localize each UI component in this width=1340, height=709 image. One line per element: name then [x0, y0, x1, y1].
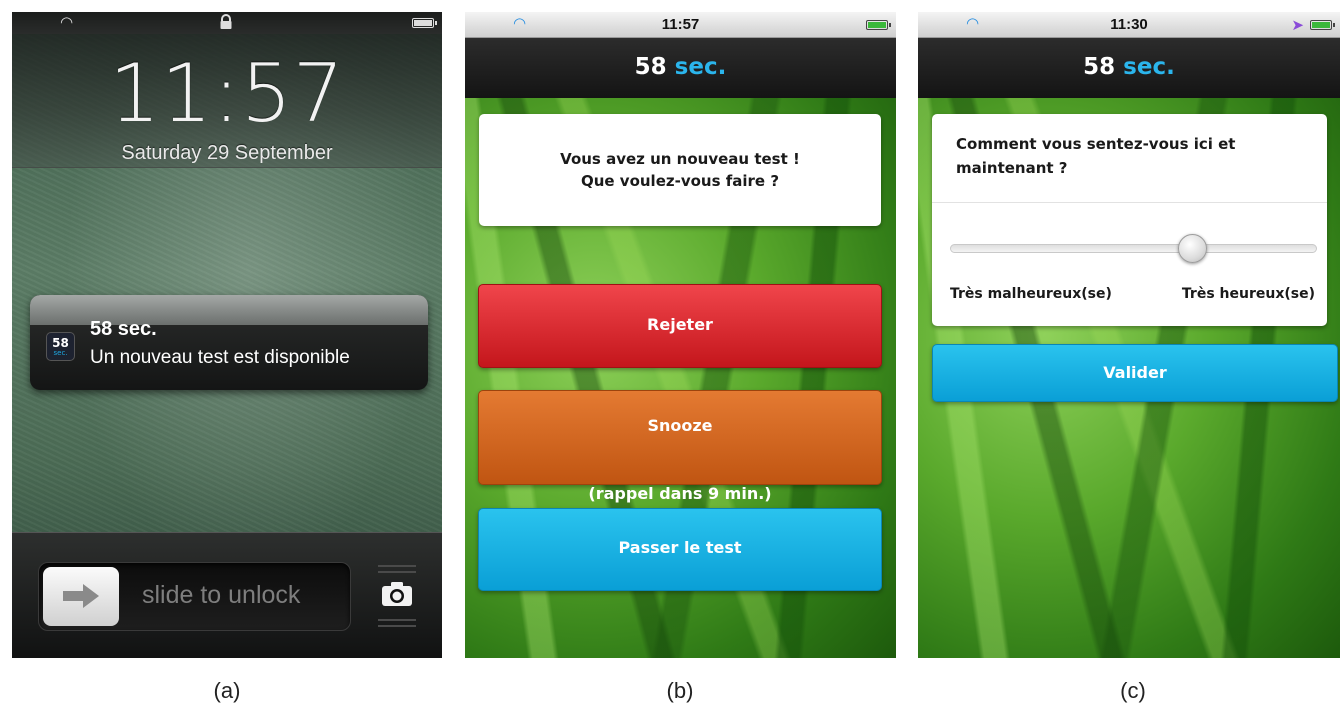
- notification-banner[interactable]: 58 sec. 58 sec. Un nouveau test est disp…: [30, 295, 428, 390]
- lock-screen-panel: ◠ 11:57 Saturday 29 September 58 sec. 58…: [12, 12, 442, 658]
- mood-question-card: Comment vous sentez-vous ici et maintena…: [932, 114, 1327, 326]
- take-test-button[interactable]: Passer le test: [478, 508, 882, 591]
- unlock-bar: slide to unlock: [12, 532, 442, 658]
- panel-caption-a: (a): [213, 678, 241, 703]
- new-test-panel: ◠ 11:57 58 sec. Vous avez un nouveau tes…: [465, 12, 896, 658]
- notification-message: Un nouveau test est disponible: [90, 347, 350, 368]
- lock-screen-date: Saturday 29 September: [121, 142, 333, 164]
- camera-icon: [382, 582, 412, 606]
- new-test-prompt-card: Vous avez un nouveau test ! Que voulez-v…: [479, 114, 881, 226]
- new-test-prompt: Vous avez un nouveau test ! Que voulez-v…: [560, 150, 800, 190]
- status-bar: ◠ 11:30 ➤: [918, 12, 1340, 38]
- app-title: 58 sec.: [1083, 54, 1175, 80]
- submit-button[interactable]: Valider: [932, 344, 1338, 402]
- panel-caption-b: (b): [666, 678, 694, 703]
- location-icon: ➤: [1291, 16, 1304, 34]
- clock-panel: 11:57 Saturday 29 September: [12, 34, 442, 168]
- notification-title: 58 sec.: [90, 318, 157, 340]
- mood-slider-track[interactable]: [950, 244, 1317, 253]
- panel-caption-c: (c): [1120, 678, 1146, 703]
- status-bar: ◠ 11:57: [465, 12, 896, 38]
- app-header: 58 sec.: [918, 38, 1340, 98]
- status-time: 11:57: [661, 16, 700, 33]
- lock-icon: [220, 14, 232, 29]
- reject-button[interactable]: Rejeter: [478, 284, 882, 368]
- slider-min-label: Très malheureux(se): [950, 286, 1112, 302]
- mood-slider-thumb[interactable]: [1177, 234, 1207, 263]
- status-time: 11:30: [1110, 16, 1148, 33]
- mood-question-panel: ◠ 11:30 ➤ 58 sec. Comment vous sentez-vo…: [918, 12, 1340, 658]
- slide-to-unlock-knob[interactable]: [43, 567, 119, 626]
- snooze-button[interactable]: Snooze (rappel dans 9 min.): [478, 390, 882, 503]
- status-bar: ◠: [12, 12, 442, 34]
- grass-background: [918, 12, 1340, 658]
- battery-icon: [866, 20, 891, 30]
- wifi-icon: ◠: [60, 13, 74, 31]
- camera-button[interactable]: [374, 563, 420, 629]
- slider-max-label: Très heureux(se): [1181, 286, 1315, 302]
- battery-icon: [1310, 20, 1335, 30]
- mood-question: Comment vous sentez-vous ici et maintena…: [956, 135, 1236, 177]
- arrow-right-icon: [63, 584, 99, 608]
- app-title: 58 sec.: [634, 54, 727, 80]
- battery-icon: [412, 18, 437, 28]
- divider: [932, 202, 1327, 203]
- slide-to-unlock-label: slide to unlock: [142, 581, 301, 609]
- app-header: 58 sec.: [465, 38, 896, 98]
- app-icon: 58 sec.: [46, 332, 75, 361]
- slide-to-unlock-track[interactable]: slide to unlock: [38, 562, 351, 631]
- lock-screen-time: 11:57: [109, 47, 345, 140]
